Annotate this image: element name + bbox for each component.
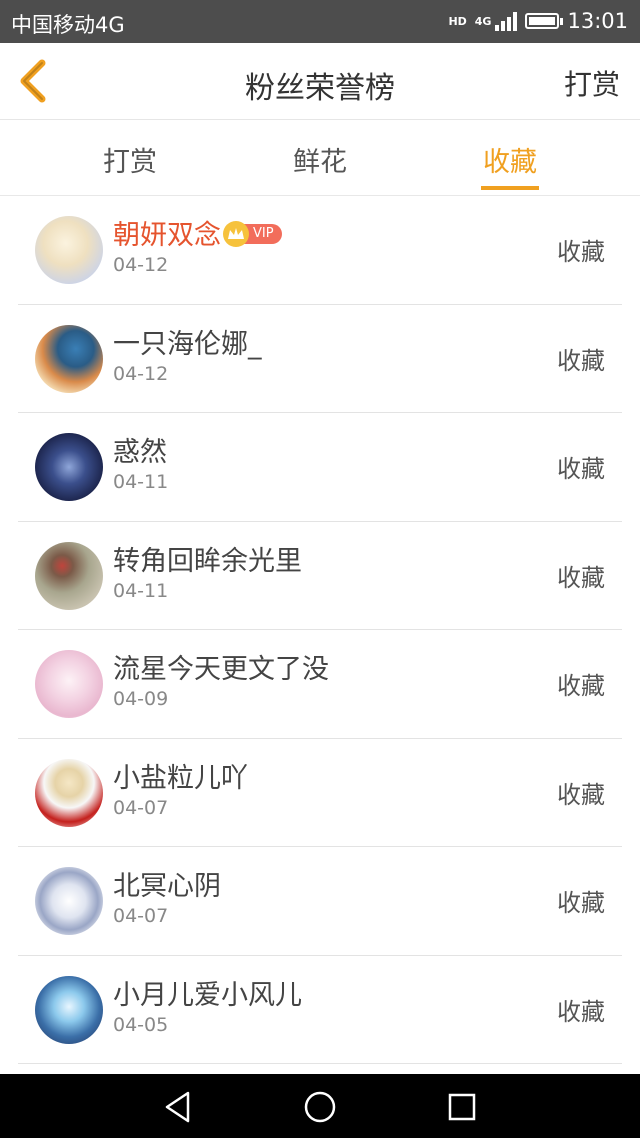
fan-name: 一只海伦娜_: [113, 328, 262, 360]
network-type-label: 4G: [474, 14, 492, 28]
contribution-type: 收藏: [557, 563, 605, 592]
fan-date: 04-12: [113, 254, 169, 276]
crown-icon: [223, 220, 249, 247]
avatar[interactable]: [35, 324, 103, 393]
fan-name: 小盐粒儿吖: [113, 762, 248, 794]
list-item[interactable]: 小月儿爱小风儿 04-05 收藏: [18, 956, 622, 1064]
reward-button[interactable]: 打赏: [564, 63, 620, 103]
contribution-type: 收藏: [557, 672, 605, 700]
clock: 13:01: [567, 9, 628, 33]
list-item[interactable]: 小盐粒儿吖 04-07 收藏: [18, 739, 622, 847]
fan-date: 04-11: [113, 471, 169, 493]
list-item[interactable]: 惑然 04-11 收藏: [18, 413, 622, 522]
tab-label: 鲜花: [293, 147, 347, 178]
avatar[interactable]: [35, 216, 103, 284]
tab-favorites[interactable]: 收藏: [455, 140, 565, 190]
fan-name: 惑然: [113, 437, 167, 468]
list-item[interactable]: 一只海伦娜_ 04-12 收藏: [18, 305, 622, 413]
fan-date: 04-12: [113, 362, 169, 385]
fan-name: 北冥心阴: [113, 871, 221, 902]
list-item[interactable]: 流星今天更文了没 04-09 收藏: [18, 630, 622, 739]
fan-date: 04-11: [113, 579, 169, 602]
contribution-type: 收藏: [557, 238, 605, 266]
avatar[interactable]: [35, 541, 103, 610]
fan-name: 小月儿爱小风儿: [113, 979, 302, 1011]
status-icons: HD 4G 13:01: [448, 9, 628, 33]
tab-reward[interactable]: 打赏: [75, 140, 185, 179]
top-header: 粉丝荣誉榜 打赏: [0, 43, 640, 120]
contribution-type: 收藏: [557, 780, 605, 809]
fan-date: 04-07: [113, 796, 169, 819]
avatar[interactable]: [35, 867, 103, 935]
tab-label: 打赏: [103, 147, 157, 178]
circle-home-icon[interactable]: [303, 1090, 337, 1124]
fan-name: 流星今天更文了没: [113, 654, 329, 685]
contribution-type: 收藏: [557, 455, 605, 483]
avatar[interactable]: [35, 975, 103, 1044]
list-item[interactable]: 朝妍双念 VIP 04-12 收藏: [18, 196, 622, 305]
hd-icon: HD: [448, 14, 467, 28]
fan-list: 朝妍双念 VIP 04-12 收藏 一只海伦娜_ 04-12 收藏 惑然 04-…: [0, 196, 640, 1064]
active-tab-indicator: [481, 186, 539, 190]
contribution-type: 收藏: [557, 997, 605, 1026]
fan-date: 04-09: [113, 688, 169, 710]
tab-bar: 打赏 鲜花 收藏: [0, 120, 640, 196]
tab-flowers[interactable]: 鲜花: [265, 140, 375, 179]
triangle-back-icon[interactable]: [161, 1090, 195, 1124]
page-title: 粉丝荣誉榜: [245, 71, 395, 106]
fan-date: 04-07: [113, 905, 169, 927]
list-item[interactable]: 北冥心阴 04-07 收藏: [18, 847, 622, 956]
vip-badge: VIP: [223, 220, 282, 247]
tab-label: 收藏: [483, 147, 537, 178]
battery-icon: [525, 13, 564, 29]
status-bar: 中国移动4G HD 4G 13:01: [0, 0, 640, 43]
avatar[interactable]: [35, 650, 103, 718]
signal-icon: [495, 11, 518, 31]
avatar[interactable]: [35, 758, 103, 827]
avatar[interactable]: [35, 433, 103, 501]
system-nav-bar: [0, 1074, 640, 1138]
list-item[interactable]: 转角回眸余光里 04-11 收藏: [18, 522, 622, 630]
carrier-label: 中国移动4G: [11, 13, 125, 37]
contribution-type: 收藏: [557, 889, 605, 917]
fan-name: 转角回眸余光里: [113, 545, 302, 577]
fan-date: 04-05: [113, 1013, 169, 1036]
square-recents-icon[interactable]: [445, 1090, 479, 1124]
contribution-type: 收藏: [557, 346, 605, 375]
fan-name: 朝妍双念 VIP: [113, 213, 282, 252]
